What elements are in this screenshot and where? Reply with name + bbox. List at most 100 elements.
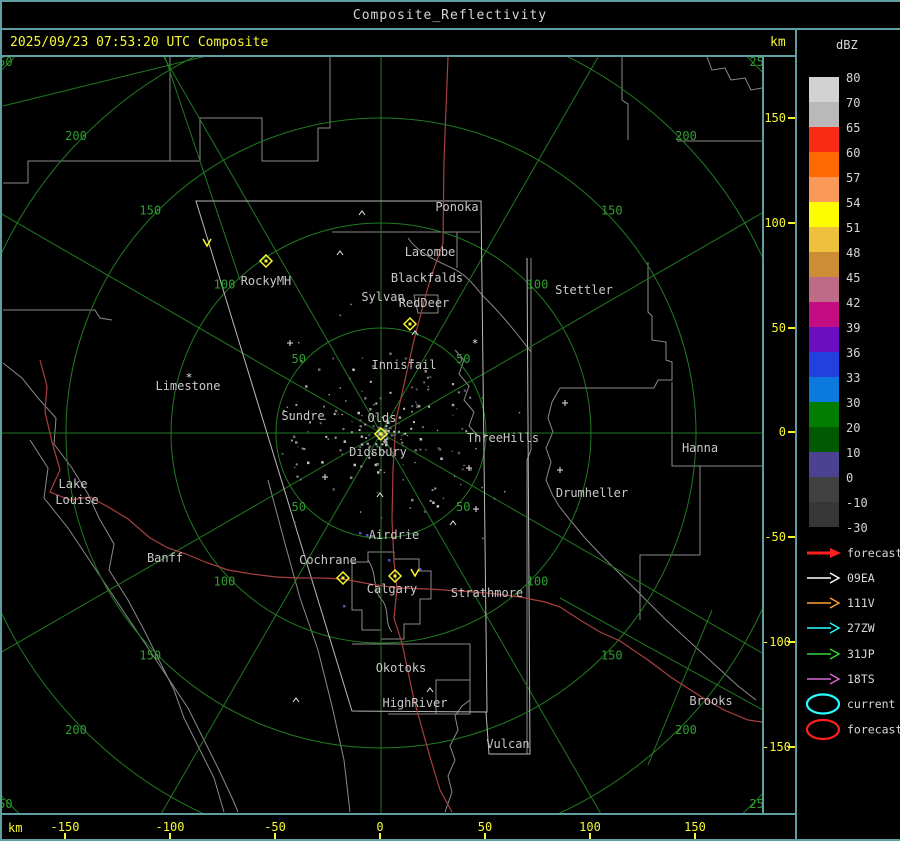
legend-arrow-09EA: 09EA bbox=[807, 571, 875, 585]
colorbar-tick-label: 57 bbox=[846, 171, 861, 185]
bottom-axis-tick bbox=[274, 833, 276, 839]
timestamp-label: 2025/09/23 07:53:20 UTC Composite bbox=[10, 35, 269, 50]
colorbar-block bbox=[809, 177, 839, 202]
city-label-blackfalds: Blackfalds bbox=[391, 271, 463, 285]
colorbar-tick-label: 42 bbox=[846, 296, 861, 310]
right-axis-unit: km bbox=[770, 35, 786, 50]
city-label-lake: Lake bbox=[59, 477, 88, 491]
colorbar-block bbox=[809, 277, 839, 302]
range-ring-label: 150 bbox=[139, 649, 161, 663]
colorbar-tick-label: 70 bbox=[846, 96, 861, 110]
range-ring-label: 50 bbox=[292, 352, 306, 366]
town-plus-icon bbox=[287, 340, 293, 346]
bottom-axis: km -150 -100 -50 0 50 100 150 bbox=[0, 815, 797, 839]
bottom-axis-tick bbox=[379, 833, 381, 839]
range-ring-label: 100 bbox=[214, 278, 236, 292]
town-caret-icon bbox=[358, 210, 366, 216]
city-label-highriver: HighRiver bbox=[382, 696, 447, 710]
svg-text:forecast: forecast bbox=[847, 546, 900, 560]
colorbar-tick-label: 0 bbox=[846, 471, 854, 485]
bottom-axis-tick-label: 150 bbox=[684, 820, 706, 834]
town-star-icon: * bbox=[186, 371, 193, 384]
town-plus-icon bbox=[557, 467, 563, 473]
town-caret-icon bbox=[376, 492, 384, 498]
svg-text:current: current bbox=[847, 697, 895, 711]
colorbar-tick-label: 60 bbox=[846, 146, 861, 160]
city-label-drumheller: Drumheller bbox=[556, 486, 628, 500]
radar-map[interactable]: 50 50 50 50 100 100 100 100 150 150 150 150 200 200 20… bbox=[2, 57, 762, 813]
colorbar-tick-label: 65 bbox=[846, 121, 861, 135]
bottom-axis-tick-label: -100 bbox=[155, 820, 185, 834]
bottom-axis-tick bbox=[694, 833, 696, 839]
right-axis-tick bbox=[788, 221, 795, 224]
city-label-sundre: Sundre bbox=[281, 409, 324, 423]
right-axis-tick-label: -50 bbox=[764, 530, 786, 545]
city-label-lacombe: Lacombe bbox=[405, 245, 456, 259]
lake-dot bbox=[359, 532, 362, 535]
range-ring-label: 200 bbox=[675, 129, 697, 143]
legend: forecast 09EA 111V 27ZW 31JP 18TS current forec… bbox=[805, 546, 900, 741]
range-ring-label: 200 bbox=[65, 129, 87, 143]
town-caret-icon bbox=[426, 687, 434, 693]
colorbar-tick-label: 33 bbox=[846, 371, 861, 385]
colorbar-tick-label: -30 bbox=[846, 521, 868, 535]
colorbar-block bbox=[809, 377, 839, 402]
colorbar-block bbox=[809, 227, 839, 252]
city-label-ponoka: Ponoka bbox=[435, 200, 478, 214]
lake-dot bbox=[388, 559, 391, 562]
info-bar: 2025/09/23 07:53:20 UTC Composite km bbox=[0, 30, 795, 55]
legend-arrow-forecast: forecast bbox=[807, 546, 900, 560]
svg-text:31JP: 31JP bbox=[847, 647, 875, 661]
right-axis-tick-label: 50 bbox=[771, 320, 786, 335]
colorbar-block bbox=[809, 477, 839, 502]
legend-arrow-27ZW: 27ZW bbox=[807, 621, 875, 635]
city-label-reddeer: RedDeer bbox=[399, 296, 450, 310]
range-ring-label: 50 bbox=[456, 500, 470, 514]
range-ring-label: 250 bbox=[2, 57, 13, 69]
legend-ellipse-forecast: forecast bbox=[805, 718, 900, 741]
colorbar-block bbox=[809, 502, 839, 527]
range-ring-label: 250 bbox=[749, 57, 762, 69]
range-ring-label: 150 bbox=[601, 203, 623, 217]
colorbar-block bbox=[809, 327, 839, 352]
colorbar-block bbox=[809, 152, 839, 177]
colorbar-tick-label: 10 bbox=[846, 446, 861, 460]
colorbar-tick-label: 80 bbox=[846, 71, 861, 85]
colorbar-block bbox=[809, 302, 839, 327]
bottom-axis-tick-label: 0 bbox=[376, 820, 384, 834]
bottom-axis-tick bbox=[169, 833, 171, 839]
colorbar-block bbox=[809, 202, 839, 227]
radar-app-window: Composite_Reflectivity 2025/09/23 07:53:… bbox=[0, 0, 900, 841]
city-label-cochrane: Cochrane bbox=[299, 553, 357, 567]
city-label-okotoks: Okotoks bbox=[376, 661, 427, 675]
city-label-banff: Banff bbox=[147, 551, 183, 565]
svg-text:forecast: forecast bbox=[847, 723, 900, 737]
city-label-vulcan: Vulcan bbox=[486, 737, 529, 751]
colorbar-tick-label: 39 bbox=[846, 321, 861, 335]
colorbar-title: dBZ bbox=[836, 38, 858, 52]
lake-dot bbox=[343, 605, 346, 608]
right-axis-tick-label: -100 bbox=[762, 635, 791, 649]
bottom-axis-unit: km bbox=[8, 821, 23, 835]
colorbar-block bbox=[809, 102, 839, 127]
legend-arrow-111V: 111V bbox=[807, 596, 875, 610]
bottom-axis-tick-label: -150 bbox=[50, 820, 80, 834]
lake-dots bbox=[343, 532, 422, 608]
colorbar-block bbox=[809, 352, 839, 377]
legend-arrow-31JP: 31JP bbox=[807, 647, 875, 661]
range-ring-label: 100 bbox=[214, 574, 236, 588]
colorbar-tick-label: 51 bbox=[846, 221, 861, 235]
right-axis-tick-label: 0 bbox=[778, 425, 786, 440]
colorbar-block bbox=[809, 77, 839, 102]
right-axis-tick bbox=[788, 536, 795, 539]
colorbar-block bbox=[809, 452, 839, 477]
town-plus-icon bbox=[562, 400, 568, 406]
range-ring-label: 200 bbox=[675, 723, 697, 737]
range-ring-label: 150 bbox=[601, 649, 623, 663]
colorbar-tick-label: -10 bbox=[846, 496, 868, 510]
city-label-airdrie: Airdrie bbox=[369, 528, 420, 542]
right-axis-tick-label: 100 bbox=[764, 215, 786, 230]
colorbar-block bbox=[809, 402, 839, 427]
colorbar-block bbox=[809, 427, 839, 452]
range-ring-label: 50 bbox=[456, 352, 470, 366]
